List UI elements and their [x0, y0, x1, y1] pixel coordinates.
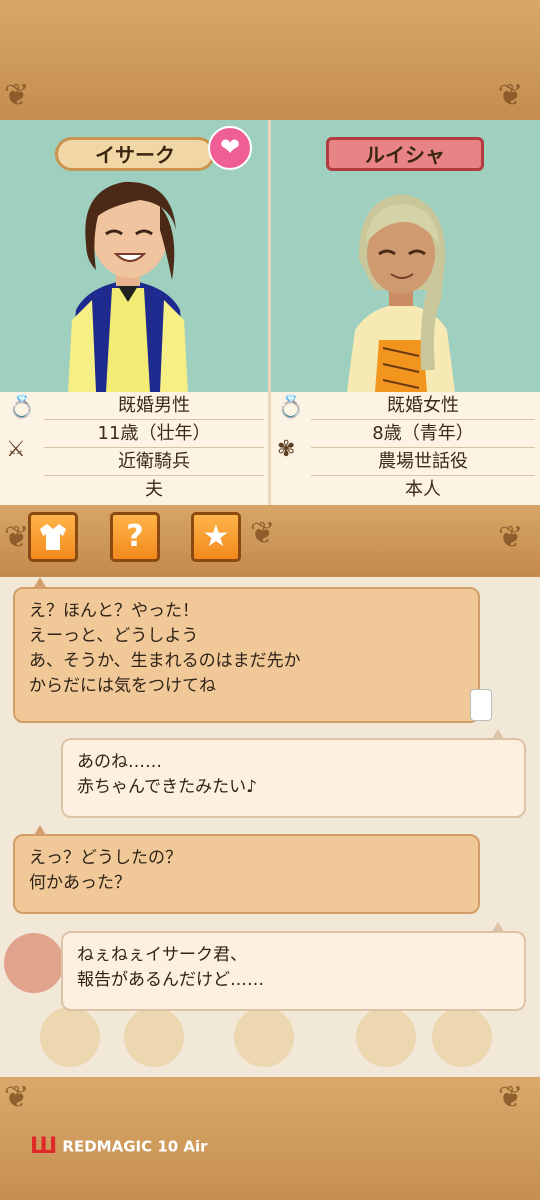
chat-message: ねぇねぇイサーク君、 報告があるんだけど……	[61, 931, 526, 1011]
name-plate-left[interactable]: イサーク	[55, 137, 215, 171]
name-plate-right[interactable]: ルイシャ	[326, 137, 484, 171]
bubble-tail	[34, 577, 46, 587]
info-table-left: 💍 ⚔ 既婚男性 11歳（壮年） 近衛騎兵 夫	[0, 392, 268, 505]
crossed-swords-icon: ⚔	[6, 437, 26, 462]
job: 農場世話役	[311, 448, 535, 476]
question-button[interactable]: ?	[110, 512, 160, 562]
chat-message: えっ？どうしたの？ 何かあった？	[13, 834, 480, 914]
relation: 夫	[145, 479, 163, 500]
marital-status: 既婚女性	[311, 392, 535, 420]
ornament-right-icon: ❦	[498, 1080, 524, 1115]
ring-icon: 💍	[277, 395, 305, 420]
wheat-icon: ✾	[277, 437, 296, 462]
star-button[interactable]: ★	[191, 512, 241, 562]
ornament-left-icon: ❦	[4, 78, 30, 113]
ring-icon: 💍	[8, 395, 36, 420]
up-background-button	[234, 1007, 294, 1067]
marital-status: 既婚男性	[44, 392, 264, 420]
ornament-right-icon: ❦	[498, 78, 524, 113]
travel-background-button	[356, 1007, 416, 1067]
next-page-icon[interactable]	[470, 689, 492, 721]
chat-message: あのね…… 赤ちゃんできたみたい♪	[61, 738, 526, 818]
ornament-right-icon: ❦	[498, 520, 524, 555]
chat-message: え？ほんと？やった！ えーっと、どうしよう あ、そうか、生まれるのはまだ先か か…	[13, 587, 480, 723]
device-watermark: Ш REDMAGIC 10 Air	[30, 1134, 208, 1159]
top-bar	[0, 0, 540, 120]
ornament-left-icon: ❦	[4, 1080, 30, 1115]
outfit-icon	[40, 524, 66, 550]
mission-background-button	[40, 1007, 100, 1067]
age: 8歳（青年）	[311, 420, 535, 448]
ornament-center-icon: ❦	[250, 516, 276, 551]
age: 11歳（壮年）	[44, 420, 264, 448]
heart-icon[interactable]: ❤	[208, 126, 252, 170]
outfit-button[interactable]	[28, 512, 78, 562]
auto-move-background-button	[432, 1007, 492, 1067]
info-table-right: 💍 ✾ 既婚女性 8歳（青年） 農場世話役 本人	[271, 392, 540, 505]
redmagic-logo-icon: Ш	[30, 1134, 58, 1159]
relation: 本人	[405, 479, 441, 500]
event-background-button	[4, 933, 64, 993]
job: 近衛騎兵	[44, 448, 264, 476]
chat-area: え？ほんと？やった！ えーっと、どうしよう あ、そうか、生まれるのはまだ先か か…	[0, 577, 540, 1077]
help-background-button	[124, 1007, 184, 1067]
ornament-left-icon: ❦	[4, 520, 30, 555]
